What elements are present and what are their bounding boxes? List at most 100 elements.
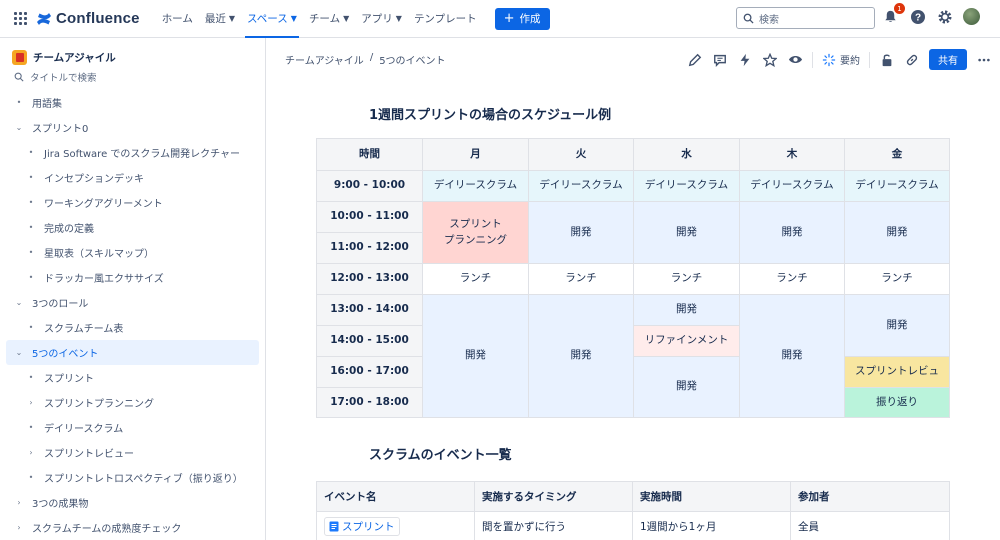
chevron-down-icon[interactable]: ⌄ bbox=[12, 348, 26, 357]
sidebar-item-label: スプリント0 bbox=[32, 124, 89, 135]
sidebar-item-label: 用語集 bbox=[32, 99, 62, 110]
space-header[interactable]: チームアジャイル bbox=[0, 44, 265, 70]
schedule-heading: 1週間スプリントの場合のスケジュール例 bbox=[369, 108, 612, 123]
sidebar-item-label: スクラムチーム表 bbox=[44, 324, 124, 335]
chevron-right-icon[interactable]: › bbox=[12, 498, 26, 507]
more-actions-icon[interactable] bbox=[976, 52, 992, 68]
chevron-right-icon[interactable]: › bbox=[24, 398, 38, 407]
sidebar-item-label: インセプションデッキ bbox=[44, 174, 144, 185]
link-icon[interactable] bbox=[904, 52, 920, 68]
sidebar-item[interactable]: › スプリントレビュー bbox=[6, 440, 259, 465]
page-link[interactable]: スプリント bbox=[324, 517, 400, 536]
help-icon[interactable]: ? bbox=[909, 8, 926, 25]
share-button[interactable]: 共有 bbox=[929, 49, 967, 70]
breadcrumb: チームアジャイル / 5つのイベント bbox=[285, 52, 446, 67]
sidebar-item[interactable]: • ドラッカー風エクササイズ bbox=[6, 265, 259, 290]
sidebar-item[interactable]: ⌄ 3つのロール bbox=[6, 290, 259, 315]
sidebar-item[interactable]: ⌄ 5つのイベント bbox=[6, 340, 259, 365]
page-actions: 要約 共有 bbox=[687, 49, 992, 70]
chevron-right-icon[interactable]: › bbox=[12, 523, 26, 532]
chevron-down-icon: ▼ bbox=[395, 14, 402, 23]
notification-badge: 1 bbox=[894, 3, 905, 14]
lunch-cell: ランチ bbox=[633, 263, 740, 295]
sidebar-item-label: 3つの成果物 bbox=[32, 499, 89, 510]
restrictions-icon[interactable] bbox=[879, 52, 895, 68]
search-icon bbox=[14, 72, 24, 82]
sidebar-item[interactable]: • スプリントレトロスペクティブ（振り返り） bbox=[6, 465, 259, 490]
nav-teams[interactable]: チーム ▼ bbox=[303, 0, 355, 38]
lunch-cell: ランチ bbox=[844, 263, 950, 295]
page-content: チームアジャイル / 5つのイベント 要約 共有 1週間スプリントの場合のスケジ… bbox=[267, 38, 1000, 540]
sidebar-item-label: スプリントレトロスペクティブ（振り返り） bbox=[44, 474, 243, 485]
sidebar-item[interactable]: › 3つの成果物 bbox=[6, 490, 259, 515]
star-icon[interactable] bbox=[762, 52, 778, 68]
sidebar-item[interactable]: • 星取表（スキルマップ） bbox=[6, 240, 259, 265]
sidebar-item[interactable]: • 用語集 bbox=[6, 90, 259, 115]
sidebar-item-label: ワーキングアグリーメント bbox=[44, 199, 163, 210]
daily-scrum-cell: デイリースクラム bbox=[739, 170, 845, 202]
edit-icon[interactable] bbox=[687, 52, 703, 68]
search-input[interactable]: 検索 bbox=[736, 7, 875, 29]
app-switcher-icon[interactable] bbox=[14, 11, 28, 26]
table-header-cell: 参加者 bbox=[790, 481, 950, 512]
breadcrumb-page[interactable]: 5つのイベント bbox=[379, 52, 445, 67]
sidebar-item[interactable]: • インセプションデッキ bbox=[6, 165, 259, 190]
lunch-cell: ランチ bbox=[422, 263, 529, 295]
main-nav: ホーム 最近 ▼ スペース ▼ チーム ▼ アプリ ▼ テンプレート bbox=[156, 0, 483, 38]
watch-icon[interactable] bbox=[787, 52, 803, 68]
comment-icon[interactable] bbox=[712, 52, 728, 68]
sidebar-item[interactable]: • 完成の定義 bbox=[6, 215, 259, 240]
schedule-table: 時間 月 火 水 木 金 9:00 - 10:00 10:00 - 11:00 … bbox=[316, 138, 950, 418]
time-cell: 16:00 - 17:00 bbox=[316, 356, 423, 388]
notification-icon[interactable]: 1 bbox=[882, 3, 905, 25]
table-header-row: イベント名 実施するタイミング 実施時間 参加者 bbox=[316, 481, 950, 512]
avatar[interactable] bbox=[963, 8, 980, 25]
confluence-logo[interactable]: Confluence bbox=[36, 10, 140, 27]
table-cell: 間を置かずに行う bbox=[474, 511, 633, 540]
time-cell: 14:00 - 15:00 bbox=[316, 325, 423, 357]
settings-icon[interactable] bbox=[936, 8, 953, 25]
sidebar-item-label: Jira Software でのスクラム開発レクチャー bbox=[44, 149, 241, 160]
sidebar-item[interactable]: • スクラムチーム表 bbox=[6, 315, 259, 340]
sidebar-item[interactable]: • Jira Software でのスクラム開発レクチャー bbox=[6, 140, 259, 165]
sidebar-item[interactable]: › スクラムチームの成熟度チェック bbox=[6, 515, 259, 540]
chevron-down-icon: ▼ bbox=[343, 14, 350, 23]
sidebar-item[interactable]: • ワーキングアグリーメント bbox=[6, 190, 259, 215]
sidebar-item-label: スクラムチームの成熟度チェック bbox=[32, 524, 182, 535]
dev-cell: 開発 bbox=[528, 201, 634, 264]
daily-scrum-cell: デイリースクラム bbox=[528, 170, 634, 202]
dev-cell: 開発 bbox=[739, 294, 845, 418]
dev-cell: 開発 bbox=[739, 201, 845, 264]
events-heading: スクラムのイベント一覧 bbox=[369, 448, 512, 463]
title-filter-input[interactable]: タイトルで検索 bbox=[0, 68, 265, 86]
dev-cell: 開発 bbox=[528, 294, 634, 418]
table-header-cell: 実施時間 bbox=[632, 481, 791, 512]
sidebar-item[interactable]: ⌄ スプリント0 bbox=[6, 115, 259, 140]
dev-cell: 開発 bbox=[633, 294, 740, 326]
nav-spaces[interactable]: スペース ▼ bbox=[241, 0, 303, 38]
sidebar-item[interactable]: • デイリースクラム bbox=[6, 415, 259, 440]
page-tree: • 用語集 ⌄ スプリント0 • Jira Software でのスクラム開発レクチャー •… bbox=[0, 90, 265, 540]
retrospective-cell: 振り返り bbox=[844, 387, 950, 418]
ai-sparkle-icon bbox=[822, 53, 836, 66]
automation-icon[interactable] bbox=[737, 52, 753, 68]
create-button[interactable]: + 作成 bbox=[494, 7, 550, 30]
chevron-right-icon[interactable]: › bbox=[24, 448, 38, 457]
table-cell: 1週間から1ヶ月 bbox=[632, 511, 791, 540]
breadcrumb-space[interactable]: チームアジャイル bbox=[285, 52, 364, 67]
sidebar-item[interactable]: • スプリント bbox=[6, 365, 259, 390]
chevron-down-icon[interactable]: ⌄ bbox=[12, 298, 26, 307]
chevron-down-icon: ▼ bbox=[228, 14, 236, 23]
space-sidebar: チームアジャイル タイトルで検索 • 用語集 ⌄ スプリント0 • Jira Softwa… bbox=[0, 38, 266, 540]
daily-scrum-cell: デイリースクラム bbox=[422, 170, 529, 202]
nav-templates[interactable]: テンプレート bbox=[408, 0, 483, 38]
nav-recent[interactable]: 最近 ▼ bbox=[199, 0, 241, 38]
sidebar-item[interactable]: › スプリントプランニング bbox=[6, 390, 259, 415]
breadcrumb-separator: / bbox=[369, 52, 374, 63]
search-icon bbox=[743, 13, 754, 24]
summarize-button[interactable]: 要約 bbox=[822, 52, 860, 67]
table-header-cell: 実施するタイミング bbox=[474, 481, 633, 512]
nav-apps[interactable]: アプリ ▼ bbox=[355, 0, 408, 38]
nav-home[interactable]: ホーム bbox=[156, 0, 199, 38]
chevron-down-icon[interactable]: ⌄ bbox=[12, 123, 26, 132]
